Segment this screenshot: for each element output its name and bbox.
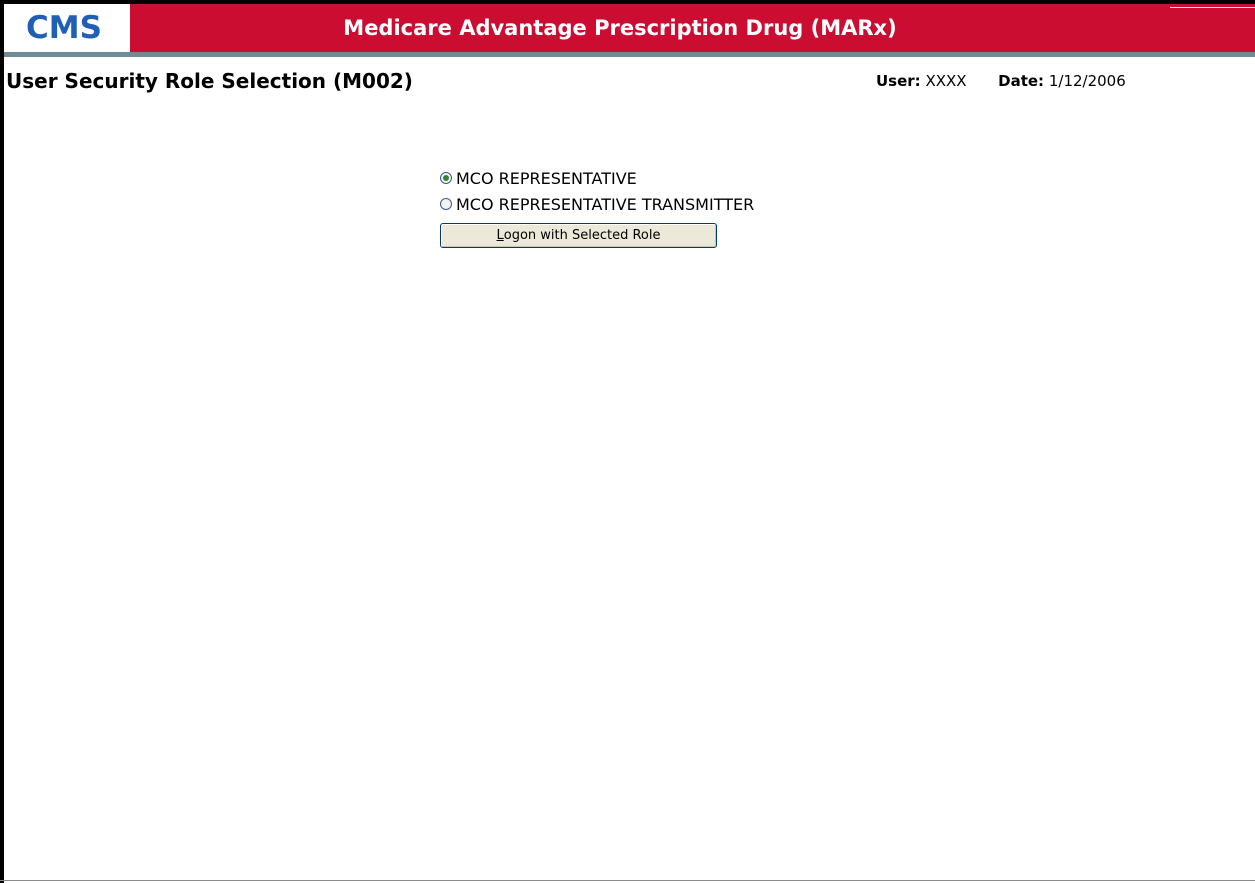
role-options: MCO REPRESENTATIVE MCO REPRESENTATIVE TR… <box>440 165 754 217</box>
header-corner-line <box>1170 7 1255 8</box>
logon-with-selected-role-button[interactable]: Logon with Selected Role <box>440 223 717 248</box>
role-option-mco-representative[interactable]: MCO REPRESENTATIVE <box>440 165 754 191</box>
role-label[interactable]: MCO REPRESENTATIVE <box>456 169 637 188</box>
app-header: CMS Medicare Advantage Prescription Drug… <box>4 4 1255 52</box>
user-value: XXXX <box>925 72 967 90</box>
role-option-mco-representative-transmitter[interactable]: MCO REPRESENTATIVE TRANSMITTER <box>440 191 754 217</box>
user-date-info: User: XXXX Date: 1/12/2006 <box>876 72 1126 90</box>
page-title: User Security Role Selection (M002) <box>6 69 413 93</box>
header-divider <box>4 52 1255 57</box>
button-mnemonic: L <box>496 228 504 243</box>
logo-text: CMS <box>26 10 102 46</box>
title-bar: Medicare Advantage Prescription Drug (MA… <box>130 4 1255 52</box>
button-label: ogon with Selected Role <box>503 228 661 243</box>
radio-checked-icon[interactable] <box>440 172 452 184</box>
window-bottom-border <box>0 880 1255 881</box>
radio-unchecked-icon[interactable] <box>440 198 452 210</box>
role-label[interactable]: MCO REPRESENTATIVE TRANSMITTER <box>456 195 754 214</box>
date-value: 1/12/2006 <box>1048 72 1126 90</box>
app-title: Medicare Advantage Prescription Drug (MA… <box>343 16 897 40</box>
window-left-border <box>0 0 4 883</box>
date-label: Date: <box>998 72 1045 90</box>
cms-logo: CMS <box>4 4 130 52</box>
user-label: User: <box>876 72 921 90</box>
